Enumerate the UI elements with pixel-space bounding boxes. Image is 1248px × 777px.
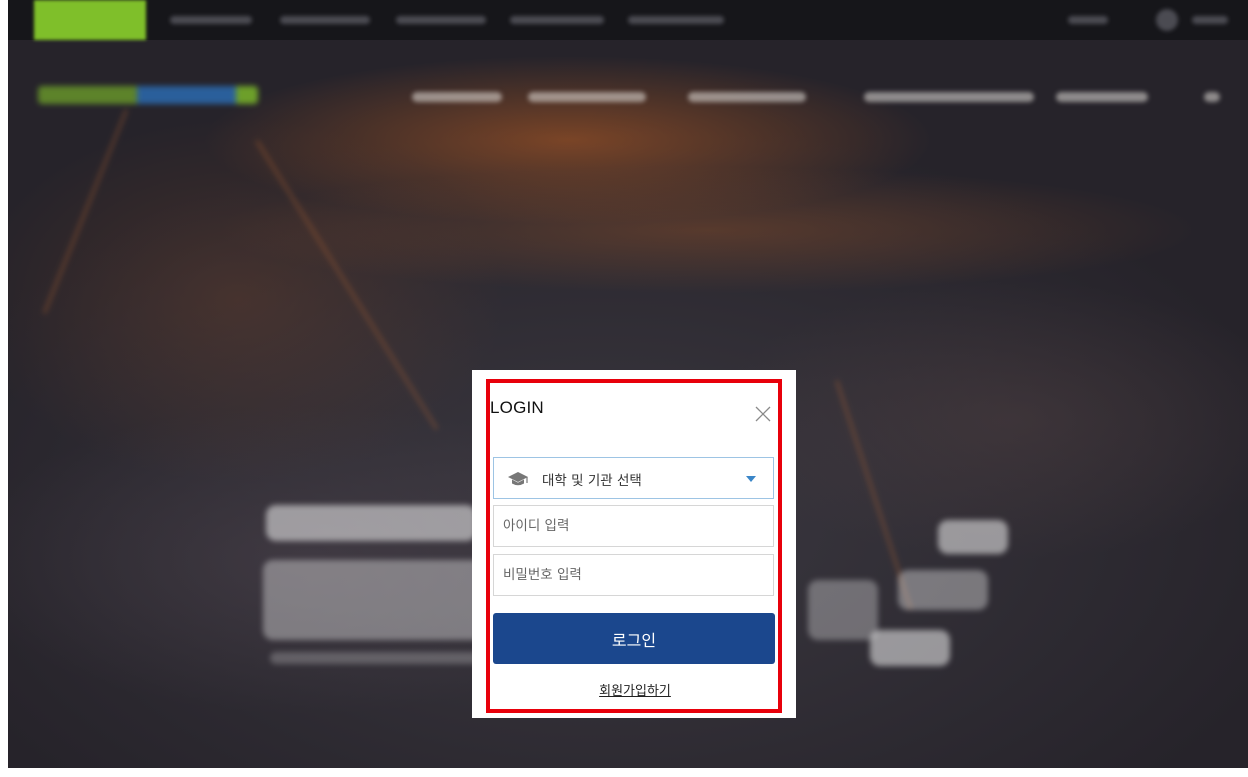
background-top-link [280, 16, 370, 24]
background-graphic-blur [870, 630, 950, 666]
background-top-link [170, 16, 252, 24]
background-hero-text-blur [263, 560, 483, 640]
background-menu-icon [1204, 92, 1220, 102]
background-top-bar [8, 0, 1248, 40]
background-hero-text-blur [270, 652, 480, 664]
caret-down-icon [746, 476, 756, 482]
institution-select[interactable]: 대학 및 기관 선택 [493, 457, 774, 499]
background-top-link [628, 16, 724, 24]
institution-select-value: 대학 및 기관 선택 [542, 473, 642, 489]
background-top-link [510, 16, 604, 24]
login-button[interactable]: 로그인 [493, 613, 775, 664]
background-top-link [396, 16, 486, 24]
background-nav-item [864, 92, 1034, 102]
background-top-link [1192, 16, 1228, 24]
modal-title: LOGIN [490, 398, 544, 417]
background-nav-item [688, 92, 806, 102]
background-hero-text-blur [266, 505, 476, 541]
background-nav-item [528, 92, 646, 102]
user-id-input[interactable] [493, 505, 774, 547]
background-light-beam [255, 140, 439, 430]
close-icon[interactable] [754, 405, 772, 423]
background-user-icon [1156, 9, 1178, 31]
background-graphic-blur [898, 570, 988, 610]
background-top-link [1068, 16, 1108, 24]
background-light-beam [42, 108, 129, 314]
graduation-cap-icon [508, 472, 528, 486]
password-input[interactable] [493, 554, 774, 596]
background-nav-item [1056, 92, 1148, 102]
screen: LOGIN 대학 및 기관 선택 로그인 회원가입하기 [0, 0, 1248, 777]
background-nav-item [412, 92, 502, 102]
background-logo [38, 86, 258, 104]
background-green-tab [34, 0, 146, 40]
signup-link[interactable]: 회원가입하기 [560, 680, 710, 699]
background-hero-text-blur [808, 580, 878, 640]
background-graphic-blur [938, 520, 1008, 554]
